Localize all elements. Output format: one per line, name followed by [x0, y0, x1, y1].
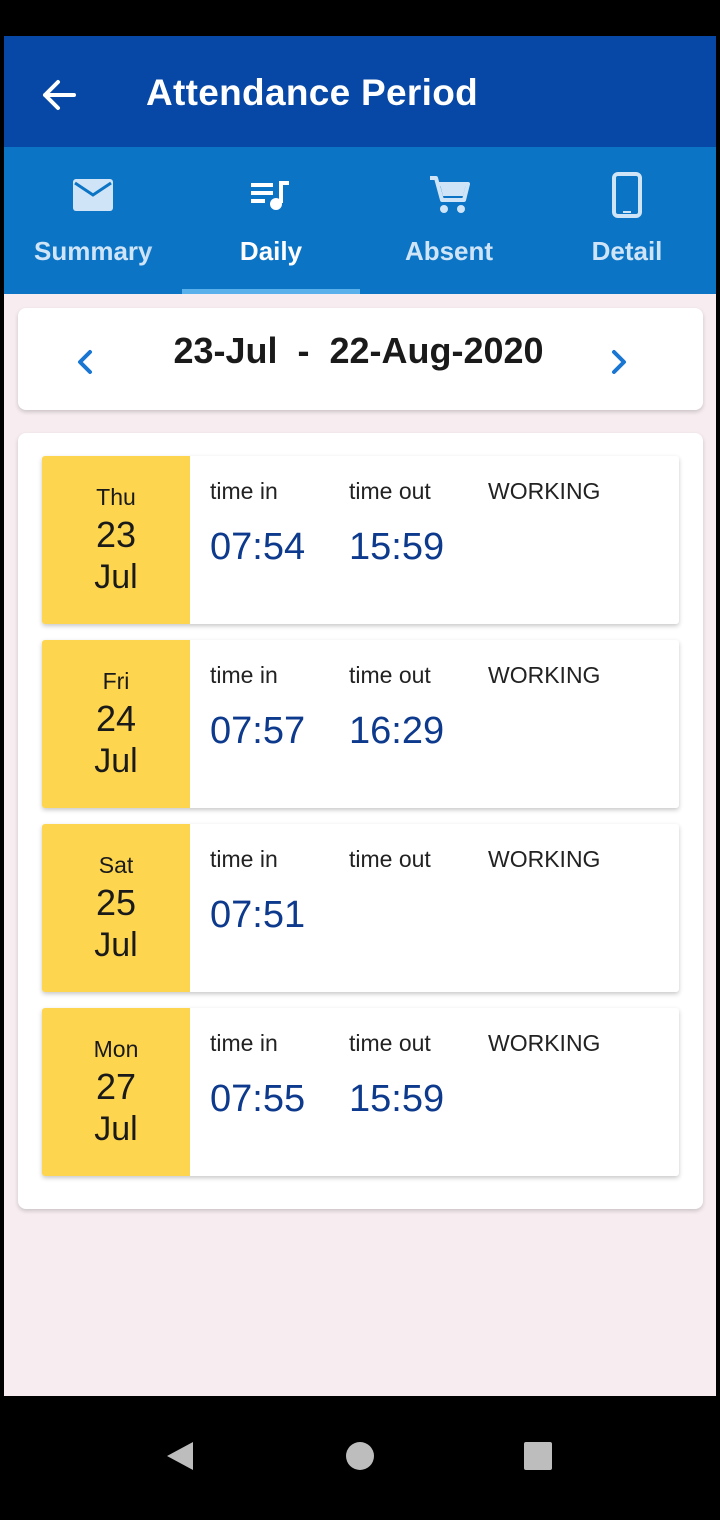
time-in-value: 07:54 — [210, 526, 306, 568]
time-out-value: 15:59 — [349, 1078, 445, 1120]
time-out-value: 16:29 — [349, 710, 445, 752]
attendance-row[interactable]: Sat 25 Jul time in time out WORKING 07:5… — [42, 824, 679, 992]
attendance-list: Thu 23 Jul time in time out WORKING 07:5… — [18, 433, 703, 1209]
time-in-label: time in — [210, 846, 278, 872]
tab-absent-label: Absent — [404, 236, 494, 266]
system-nav-bar — [0, 1396, 720, 1520]
time-out-label: time out — [349, 662, 431, 688]
month: Jul — [94, 742, 138, 780]
period-selector: 23-Jul - 22-Aug-2020 — [18, 308, 703, 410]
day-number: 25 — [95, 882, 137, 923]
tab-bar: Summary Daily Absent Detail — [4, 147, 716, 294]
system-home-button[interactable] — [330, 1426, 390, 1486]
arrow-back-icon — [43, 80, 76, 110]
back-button[interactable] — [34, 70, 84, 120]
attendance-row[interactable]: Thu 23 Jul time in time out WORKING 07:5… — [42, 456, 679, 624]
date-box: Fri 24 Jul — [42, 640, 190, 808]
date-box: Mon 27 Jul — [42, 1008, 190, 1176]
attendance-row[interactable]: Fri 24 Jul time in time out WORKING 07:5… — [42, 640, 679, 808]
playlist-icon — [251, 181, 289, 210]
time-in-value: 07:55 — [210, 1078, 306, 1120]
time-out-label: time out — [349, 846, 431, 872]
active-tab-indicator — [182, 289, 360, 294]
next-period-button[interactable] — [604, 342, 634, 382]
time-in-value: 07:57 — [210, 710, 306, 752]
cart-icon — [430, 176, 470, 213]
status-label: WORKING — [488, 846, 601, 872]
attendance-row[interactable]: Mon 27 Jul time in time out WORKING 07:5… — [42, 1008, 679, 1176]
date-box: Sat 25 Jul — [42, 824, 190, 992]
time-in-value: 07:51 — [210, 894, 306, 936]
system-recents-button[interactable] — [508, 1426, 568, 1486]
date-box: Thu 23 Jul — [42, 456, 190, 624]
phone-icon — [612, 172, 642, 218]
tab-detail-label: Detail — [591, 236, 663, 266]
time-out-label: time out — [349, 1030, 431, 1056]
month: Jul — [94, 1110, 138, 1148]
app-bar: Attendance Period — [4, 36, 716, 147]
day-of-week: Thu — [96, 484, 136, 510]
status-label: WORKING — [488, 662, 601, 688]
tab-absent[interactable]: Absent — [360, 147, 538, 294]
tab-summary-label: Summary — [34, 236, 153, 266]
month: Jul — [94, 558, 138, 596]
tab-daily-label: Daily — [239, 236, 303, 266]
time-in-label: time in — [210, 478, 278, 504]
day-number: 23 — [95, 514, 137, 555]
home-icon — [346, 1442, 374, 1470]
status-label: WORKING — [488, 478, 601, 504]
time-out-value: 15:59 — [349, 526, 445, 568]
tab-detail[interactable]: Detail — [538, 147, 716, 294]
recents-icon — [524, 1442, 552, 1470]
day-number: 27 — [95, 1066, 137, 1107]
day-of-week: Fri — [102, 668, 130, 694]
day-number: 24 — [95, 698, 137, 739]
day-of-week: Mon — [93, 1036, 139, 1062]
time-in-label: time in — [210, 662, 278, 688]
back-icon — [167, 1442, 193, 1470]
app-screen: Attendance Period Summary Daily Absent D… — [4, 36, 716, 1396]
chevron-right-icon — [612, 350, 626, 374]
page-title: Attendance Period — [146, 72, 478, 113]
status-label: WORKING — [488, 1030, 601, 1056]
tab-daily[interactable]: Daily — [182, 147, 360, 294]
time-out-label: time out — [349, 478, 431, 504]
day-of-week: Sat — [98, 852, 134, 878]
time-in-label: time in — [210, 1030, 278, 1056]
tab-summary[interactable]: Summary — [4, 147, 182, 294]
mail-icon — [73, 179, 113, 211]
period-range: 23-Jul - 22-Aug-2020 — [173, 330, 544, 371]
month: Jul — [94, 926, 138, 964]
system-back-button[interactable] — [150, 1426, 210, 1486]
